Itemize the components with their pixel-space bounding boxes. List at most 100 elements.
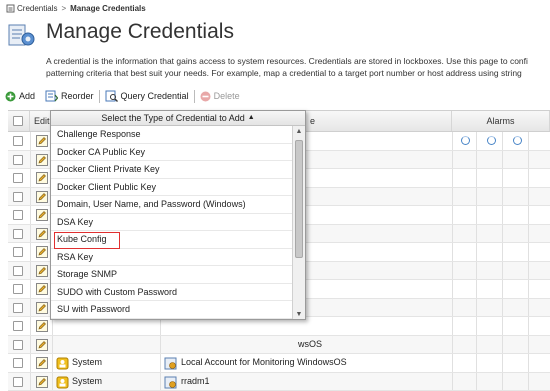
edit-icon[interactable]	[36, 283, 48, 295]
reorder-button[interactable]: Reorder	[40, 88, 99, 104]
dropdown-header-label: Select the Type of Credential to Add	[101, 111, 244, 125]
column-divider	[30, 132, 31, 150]
description-line-1: A credential is the information that gai…	[46, 55, 550, 67]
row-checkbox[interactable]	[13, 173, 23, 183]
row-checkbox[interactable]	[13, 358, 23, 368]
breadcrumb-current: Manage Credentials	[70, 4, 146, 13]
row-checkbox[interactable]	[13, 229, 23, 239]
column-divider	[160, 373, 161, 391]
add-icon	[5, 91, 16, 102]
credential-type-option[interactable]: Docker Client Private Key	[51, 161, 293, 179]
credential-type-option[interactable]: SU with Password	[51, 301, 293, 319]
credential-type-option[interactable]: Challenge Response	[51, 126, 293, 144]
row-checkbox[interactable]	[13, 155, 23, 165]
credential-type-option[interactable]: DSA Key	[51, 214, 293, 232]
credential-name-text[interactable]: Local Account for Monitoring WindowsOS	[181, 357, 347, 367]
column-alarms[interactable]: Alarms	[452, 111, 550, 131]
row-checkbox[interactable]	[13, 136, 23, 146]
edit-icon[interactable]	[36, 135, 48, 147]
reorder-icon	[45, 90, 58, 102]
credential-type-option[interactable]: Docker Client Public Key	[51, 179, 293, 197]
credential-type-dropdown[interactable]: Select the Type of Credential to Add ▲ C…	[50, 110, 306, 320]
column-divider	[476, 151, 477, 169]
edit-icon[interactable]	[36, 302, 48, 314]
column-divider	[452, 188, 453, 206]
column-divider	[30, 336, 31, 354]
column-divider	[528, 132, 529, 150]
delete-button[interactable]: Delete	[195, 88, 245, 104]
row-checkbox[interactable]	[13, 210, 23, 220]
column-divider	[30, 354, 31, 372]
column-divider	[452, 280, 453, 298]
edit-icon[interactable]	[36, 357, 48, 369]
table-row[interactable]: SystemLocal Account for Monitoring Windo…	[8, 354, 550, 373]
row-checkbox[interactable]	[13, 247, 23, 257]
column-divider	[528, 151, 529, 169]
column-divider	[502, 299, 503, 317]
edit-icon[interactable]	[36, 191, 48, 203]
edit-icon[interactable]	[36, 320, 48, 332]
edit-icon[interactable]	[36, 246, 48, 258]
scroll-down-arrow-icon[interactable]: ▼	[293, 309, 305, 320]
column-divider	[30, 317, 31, 335]
reorder-button-label: Reorder	[61, 91, 94, 101]
column-divider	[476, 373, 477, 391]
column-divider	[502, 262, 503, 280]
scroll-up-arrow-icon[interactable]: ▲	[293, 126, 305, 138]
column-divider	[502, 354, 503, 372]
edit-icon[interactable]	[36, 265, 48, 277]
column-divider	[452, 262, 453, 280]
edit-icon[interactable]	[36, 228, 48, 240]
row-checkbox[interactable]	[13, 284, 23, 294]
credential-type-option[interactable]: RSA Key	[51, 249, 293, 267]
alarm-status-icon	[513, 136, 522, 145]
edit-icon[interactable]	[36, 172, 48, 184]
column-divider	[30, 243, 31, 261]
column-divider	[452, 206, 453, 224]
select-all-header	[8, 111, 30, 131]
edit-icon[interactable]	[36, 209, 48, 221]
credential-type-option[interactable]: Storage SNMP	[51, 266, 293, 284]
delete-icon	[200, 91, 211, 102]
column-divider	[528, 243, 529, 261]
column-divider	[528, 280, 529, 298]
breadcrumb-parent-link[interactable]: Credentials	[17, 4, 57, 13]
column-edit[interactable]: Edit	[30, 111, 52, 131]
column-divider	[502, 188, 503, 206]
owner-text: System	[72, 376, 102, 386]
sort-up-icon: ▲	[248, 111, 255, 125]
row-checkbox[interactable]	[13, 192, 23, 202]
add-button[interactable]: Add	[0, 88, 40, 104]
credential-type-option[interactable]: Domain, User Name, and Password (Windows…	[51, 196, 293, 214]
row-checkbox[interactable]	[13, 303, 23, 313]
credential-name-text[interactable]: wsOS	[298, 339, 322, 349]
credential-name-text[interactable]: rradm1	[181, 376, 210, 386]
table-row[interactable]: System rradm1	[8, 373, 550, 391]
query-credential-button[interactable]: Query Credential	[100, 88, 194, 104]
credential-type-option[interactable]: Kube Config	[51, 231, 293, 249]
column-divider	[502, 169, 503, 187]
credentials-small-icon	[6, 4, 15, 13]
column-divider	[52, 354, 53, 372]
scrollbar-thumb[interactable]	[295, 140, 303, 258]
description-line-2: patterning criteria that best suit your …	[46, 67, 550, 79]
row-checkbox[interactable]	[13, 377, 23, 387]
alarm-status-icon	[487, 136, 496, 145]
select-all-checkbox[interactable]	[13, 116, 23, 126]
edit-icon[interactable]	[36, 376, 48, 388]
table-row[interactable]: wsOS	[8, 336, 550, 355]
column-divider	[502, 317, 503, 335]
row-checkbox[interactable]	[13, 266, 23, 276]
credential-type-option[interactable]: Docker CA Public Key	[51, 144, 293, 162]
edit-icon[interactable]	[36, 339, 48, 351]
credential-type-option[interactable]: SUDO with Custom Password	[51, 284, 293, 302]
alarm-status-icon	[461, 136, 470, 145]
row-checkbox[interactable]	[13, 340, 23, 350]
row-checkbox[interactable]	[13, 321, 23, 331]
edit-icon[interactable]	[36, 154, 48, 166]
column-divider	[502, 206, 503, 224]
dropdown-scrollbar[interactable]: ▲ ▼	[292, 126, 305, 320]
column-divider	[160, 336, 161, 354]
column-divider	[452, 336, 453, 354]
dropdown-list: Challenge ResponseDocker CA Public KeyDo…	[51, 126, 293, 319]
